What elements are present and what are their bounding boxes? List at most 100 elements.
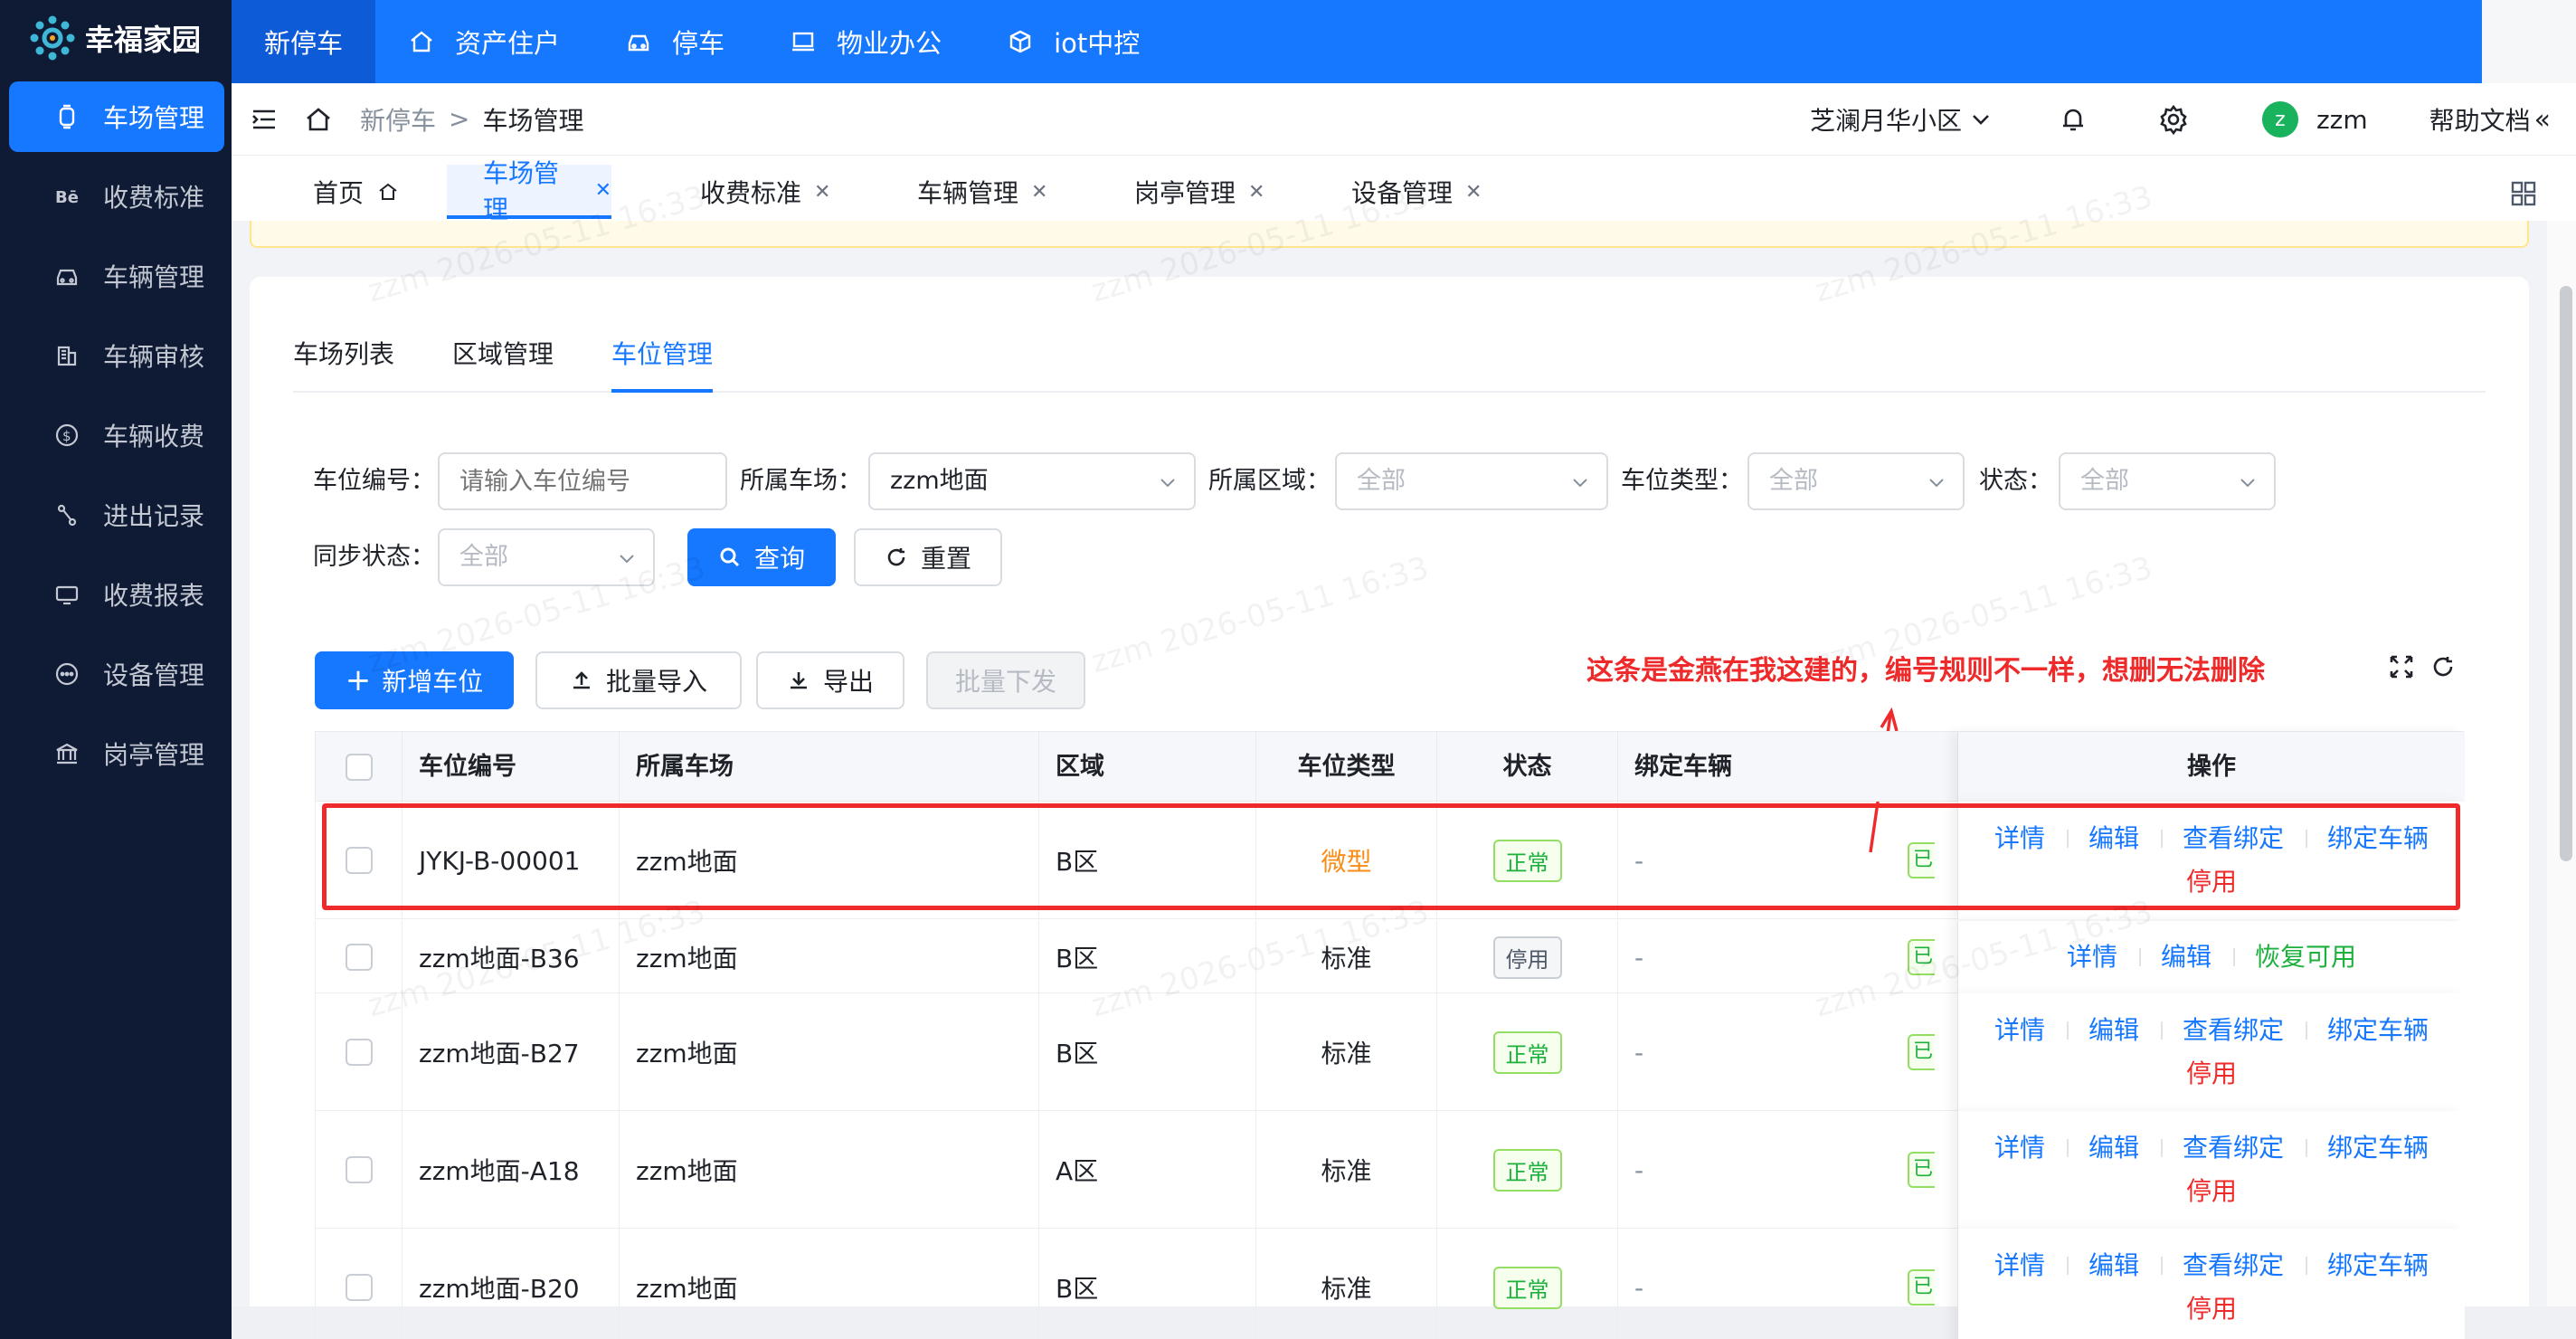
lot-select[interactable]: zzm地面: [868, 452, 1196, 510]
table-row: zzm地面-B20 zzm地面 B区 标准 正常 - 已 详情 编辑 查看绑定 绑定车…: [315, 1229, 2465, 1339]
detail-link[interactable]: 详情: [1973, 1009, 2067, 1052]
filter-lot-label: 所属车场：: [740, 467, 862, 495]
sidebar-item-fee-standard[interactable]: Bē 收费标准: [9, 161, 224, 232]
top-navigation: 新停车 资产住户 停车 物业办公 iot中控: [232, 0, 2482, 83]
batch-import-button[interactable]: 批量导入: [535, 651, 742, 709]
tab-booth-management[interactable]: 岗亭管理 ✕: [1134, 165, 1264, 219]
disable-link[interactable]: 停用: [1969, 1052, 2454, 1096]
bind-vehicle-link[interactable]: 绑定车辆: [2306, 1009, 2450, 1052]
breadcrumb-item[interactable]: 新停车: [360, 101, 436, 138]
help-docs-link[interactable]: 帮助文档: [2429, 101, 2531, 138]
tab-home[interactable]: 首页: [313, 165, 400, 219]
bind-vehicle-link[interactable]: 绑定车辆: [2306, 1244, 2450, 1287]
topnav-item-iot[interactable]: iot中控: [974, 0, 1172, 83]
sidebar-item-fee-report[interactable]: 收费报表: [9, 559, 224, 630]
disable-link[interactable]: 停用: [1969, 1287, 2454, 1331]
sidebar-item-vehicle-review[interactable]: 车辆审核: [9, 320, 224, 391]
subtab-area-management[interactable]: 区域管理: [452, 335, 554, 393]
select-all-checkbox[interactable]: [345, 754, 373, 781]
topnav-item-new-parking[interactable]: 新停车: [232, 0, 376, 83]
disable-link[interactable]: 停用: [1969, 1170, 2454, 1213]
detail-link[interactable]: 详情: [2045, 935, 2139, 979]
tab-label: 车场管理: [483, 158, 560, 224]
detail-link[interactable]: 详情: [1973, 1244, 2067, 1287]
cell-lot: zzm地面: [620, 921, 1039, 993]
row-checkbox[interactable]: [345, 1274, 373, 1301]
home-icon[interactable]: [302, 103, 335, 136]
row-checkbox[interactable]: [345, 1039, 373, 1066]
fullscreen-icon[interactable]: [2388, 653, 2415, 680]
svg-text:$: $: [62, 428, 71, 444]
header-select-all[interactable]: [316, 732, 402, 802]
restore-link[interactable]: 恢复可用: [2233, 935, 2378, 979]
view-binding-link[interactable]: 查看绑定: [2161, 1244, 2306, 1287]
avatar[interactable]: z: [2261, 101, 2298, 138]
reset-button[interactable]: 重置: [854, 528, 1002, 586]
close-icon[interactable]: ✕: [1031, 181, 1047, 204]
close-icon[interactable]: ✕: [1465, 181, 1482, 204]
brand-logo[interactable]: 幸福家园: [0, 0, 232, 76]
row-checkbox[interactable]: [345, 944, 373, 971]
topnav-item-parking[interactable]: 停车: [592, 0, 757, 83]
cell-status: 停用: [1437, 921, 1618, 993]
sync-select[interactable]: 全部: [438, 528, 655, 586]
sidebar-item-booth-management[interactable]: 岗亭管理: [9, 718, 224, 789]
topnav-item-assets[interactable]: 资产住户: [375, 0, 592, 83]
edit-link[interactable]: 编辑: [2066, 1244, 2161, 1287]
table-row: zzm地面-A18 zzm地面 A区 标准 正常 - 已 详情 编辑 查看绑定 绑定车…: [315, 1111, 2465, 1229]
sidebar-item-vehicle-charge[interactable]: $ 车辆收费: [9, 400, 224, 470]
detail-link[interactable]: 详情: [1973, 1126, 2067, 1170]
add-space-button[interactable]: + 新增车位: [315, 651, 514, 709]
type-select-value: 全部: [1769, 467, 1818, 495]
sidebar-item-vehicle-management[interactable]: 车辆管理: [9, 241, 224, 311]
sidebar-item-parking-lot[interactable]: 车场管理: [9, 81, 224, 152]
tab-vehicle-management[interactable]: 车辆管理 ✕: [917, 165, 1047, 219]
tab-device-management[interactable]: 设备管理 ✕: [1351, 165, 1482, 219]
area-select[interactable]: 全部: [1335, 452, 1608, 510]
sidebar-item-label: 车辆收费: [103, 422, 205, 451]
tab-fee-standard[interactable]: 收费标准 ✕: [700, 165, 830, 219]
row-checkbox[interactable]: [345, 1156, 373, 1183]
double-chevron-left-icon[interactable]: «: [2534, 104, 2551, 136]
tab-label: 收费标准: [700, 178, 802, 208]
cell-lot: zzm地面: [620, 993, 1039, 1111]
scrollbar-thumb[interactable]: [2560, 286, 2572, 861]
brand-logo-icon: [30, 15, 75, 61]
cell-space-no: zzm地面-B20: [402, 1229, 620, 1339]
edit-link[interactable]: 编辑: [2066, 1126, 2161, 1170]
view-binding-link[interactable]: 查看绑定: [2161, 1126, 2306, 1170]
close-icon[interactable]: ✕: [595, 179, 611, 202]
status-badge: 正常: [1492, 1266, 1562, 1309]
type-select[interactable]: 全部: [1747, 452, 1965, 510]
edit-link[interactable]: 编辑: [2066, 1009, 2161, 1052]
close-icon[interactable]: ✕: [814, 181, 830, 204]
subtab-space-management[interactable]: 车位管理: [611, 335, 714, 393]
status-select[interactable]: 全部: [2059, 452, 2276, 510]
subtab-lot-list[interactable]: 车场列表: [293, 335, 394, 393]
tab-label: 车辆管理: [917, 178, 1019, 208]
table-row: zzm地面-B36 zzm地面 B区 标准 停用 - 已 详情 编辑 恢复可用: [315, 921, 2465, 993]
chevron-down-icon: [1929, 479, 1944, 488]
export-button[interactable]: 导出: [756, 651, 904, 709]
cell-area: B区: [1039, 1229, 1256, 1339]
edit-link[interactable]: 编辑: [2138, 935, 2233, 979]
gear-icon[interactable]: [2157, 103, 2190, 136]
status-badge: 正常: [1492, 1148, 1562, 1192]
bell-icon[interactable]: [2058, 104, 2088, 135]
sidebar-item-access-records[interactable]: 进出记录: [9, 480, 224, 550]
reload-icon[interactable]: [2429, 653, 2457, 680]
grid-icon[interactable]: [2509, 179, 2538, 208]
batch-issue-button[interactable]: 批量下发: [926, 651, 1085, 709]
community-selector[interactable]: 芝澜月华小区: [1810, 101, 1993, 138]
sidebar-item-device-management[interactable]: 设备管理: [9, 639, 224, 709]
user-name[interactable]: zzm: [2316, 105, 2368, 135]
query-button[interactable]: 查询: [687, 528, 836, 586]
close-icon[interactable]: ✕: [1248, 181, 1264, 204]
view-binding-link[interactable]: 查看绑定: [2161, 1009, 2306, 1052]
bind-vehicle-link[interactable]: 绑定车辆: [2306, 1126, 2450, 1170]
space-no-input[interactable]: [438, 452, 727, 510]
topnav-item-office[interactable]: 物业办公: [757, 0, 974, 83]
behance-icon: Bē: [49, 178, 85, 214]
tab-parking-lot[interactable]: 车场管理 ✕: [447, 158, 611, 224]
menu-fold-icon[interactable]: [248, 103, 280, 136]
